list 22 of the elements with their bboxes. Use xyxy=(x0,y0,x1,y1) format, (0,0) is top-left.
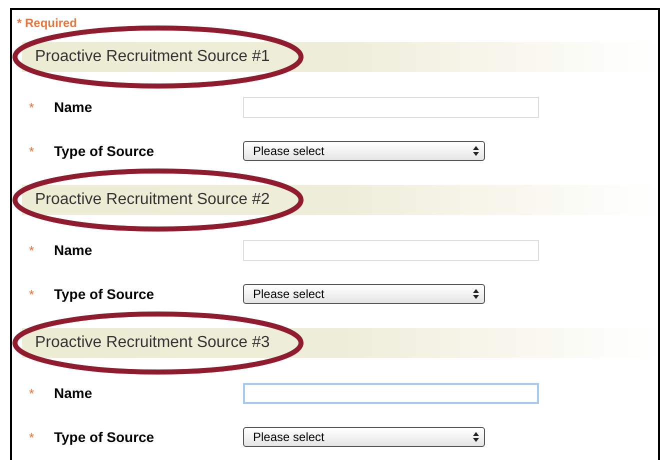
required-mark: * xyxy=(28,430,34,444)
field-label: Name xyxy=(54,98,92,116)
name-field[interactable] xyxy=(243,382,539,404)
required-mark: * xyxy=(28,386,34,400)
required-note: * Required xyxy=(17,16,78,30)
field-label: Type of Source xyxy=(54,142,154,161)
field-label: Name xyxy=(54,240,92,260)
name-field[interactable] xyxy=(243,96,539,118)
up-down-arrows-icon xyxy=(473,146,479,156)
field-label: Name xyxy=(54,384,92,402)
up-down-arrows-icon xyxy=(473,289,479,299)
required-mark: * xyxy=(28,244,34,256)
required-mark: * xyxy=(28,100,34,114)
required-mark: * xyxy=(28,288,34,300)
name-field[interactable] xyxy=(243,240,539,260)
field-label: Type of Source xyxy=(54,428,154,447)
source-type-dropdown[interactable]: Please select xyxy=(243,284,485,304)
required-mark: * xyxy=(28,144,34,158)
up-down-arrows-icon xyxy=(473,432,479,442)
field-label: Type of Source xyxy=(54,284,154,304)
source-type-dropdown[interactable]: Please select xyxy=(243,427,485,447)
source-type-dropdown[interactable]: Please select xyxy=(243,141,485,161)
